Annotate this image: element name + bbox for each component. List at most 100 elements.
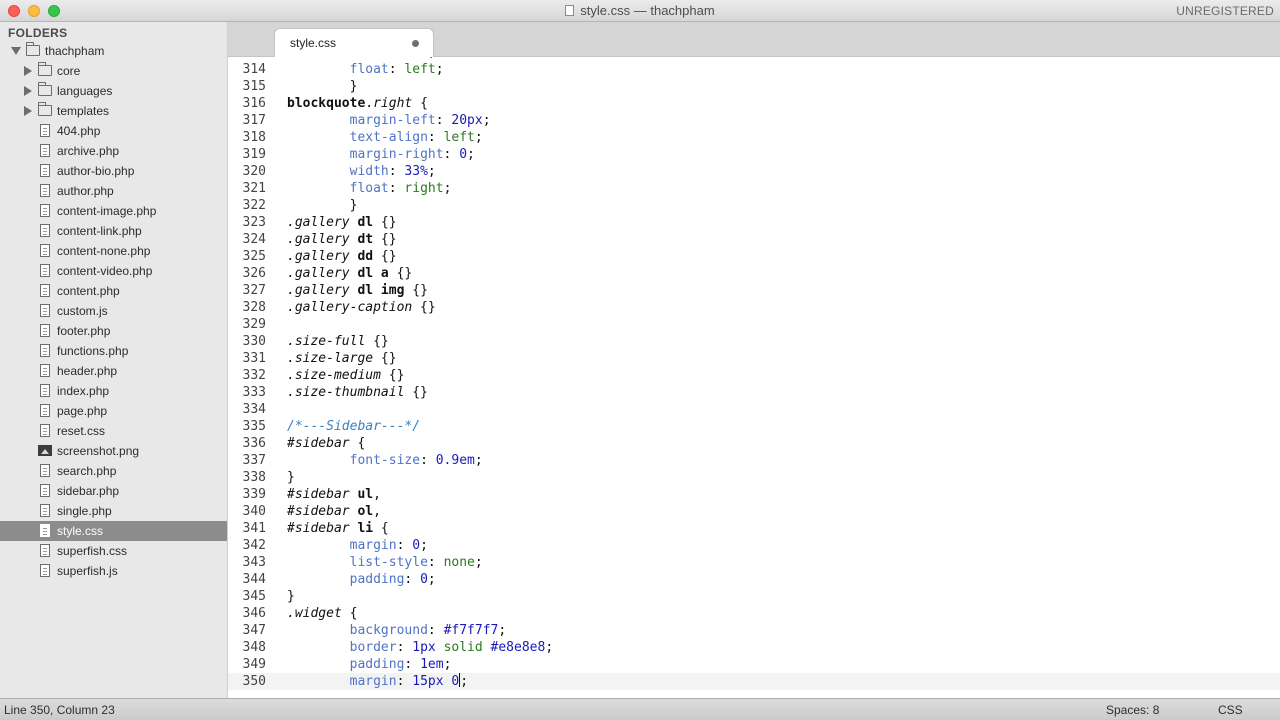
code-text: /*---Sidebar---*/ [287, 418, 420, 435]
tree-file-author-php[interactable]: author.php [0, 181, 227, 201]
tree-file-reset-css[interactable]: reset.css [0, 421, 227, 441]
file-label: content-link.php [57, 224, 142, 238]
line-number: 336 [242, 436, 266, 451]
code-token: {} [373, 249, 397, 264]
code-token: } [287, 79, 358, 94]
tree-file-content-image-php[interactable]: content-image.php [0, 201, 227, 221]
tree-file-archive-php[interactable]: archive.php [0, 141, 227, 161]
tree-folder-templates[interactable]: templates [0, 101, 227, 121]
tree-file-author-bio-php[interactable]: author-bio.php [0, 161, 227, 181]
code-text: #sidebar { [287, 435, 365, 452]
code-text: padding: 1em; [287, 656, 452, 673]
tree-file-sidebar-php[interactable]: sidebar.php [0, 481, 227, 501]
file-icon [40, 224, 50, 237]
indentation-selector[interactable]: Spaces: 8 [1106, 703, 1159, 717]
unsaved-indicator-icon[interactable] [412, 40, 419, 47]
code-token: #e8e8e8 [490, 640, 546, 655]
line-number: 317 [242, 113, 266, 128]
tree-file-search-php[interactable]: search.php [0, 461, 227, 481]
tab-style-css[interactable]: style.css [274, 28, 434, 58]
code-text: .size-thumbnail {} [287, 384, 428, 401]
code-text: } [287, 78, 358, 95]
tree-folder-core[interactable]: core [0, 61, 227, 81]
tree-file-single-php[interactable]: single.php [0, 501, 227, 521]
code-token: .gallery-caption [287, 300, 413, 315]
code-token: #sidebar [287, 487, 350, 502]
tree-file-style-css[interactable]: style.css [0, 521, 227, 541]
tree-file-content-video-php[interactable]: content-video.php [0, 261, 227, 281]
title-bar: style.css — thachpham UNREGISTERED [0, 0, 1280, 22]
code-text: font-size: 0.9em; [287, 452, 483, 469]
code-token: margin [349, 674, 397, 689]
line-number: 337 [242, 453, 266, 468]
code-token: 0 [459, 147, 468, 162]
syntax-selector[interactable]: CSS [1218, 703, 1243, 717]
folder-label: languages [57, 84, 113, 98]
code-token: ; [474, 555, 483, 570]
file-label: author-bio.php [57, 164, 135, 178]
tree-file-content-php[interactable]: content.php [0, 281, 227, 301]
tree-file-superfish-js[interactable]: superfish.js [0, 561, 227, 581]
folder-open-icon [26, 42, 40, 56]
file-icon [40, 324, 50, 337]
code-line: 324 .gallery dt {} [228, 231, 1280, 248]
code-line: 321 float: right; [228, 180, 1280, 197]
code-token: {} [388, 266, 413, 281]
code-token: 1em [420, 657, 444, 672]
code-token: right [404, 181, 444, 196]
tree-file-404-php[interactable]: 404.php [0, 121, 227, 141]
code-token: : [388, 164, 405, 179]
tree-file-content-none-php[interactable]: content-none.php [0, 241, 227, 261]
line-number: 344 [242, 572, 266, 587]
code-line: 326 .gallery dl a {} [228, 265, 1280, 282]
code-text: .size-large {} [287, 350, 397, 367]
code-token: dl [357, 215, 374, 230]
code-line: 327 .gallery dl img {} [228, 282, 1280, 299]
code-text: } [287, 588, 295, 605]
code-line: 330 .size-full {} [228, 333, 1280, 350]
code-token: font-size [349, 453, 421, 468]
tree-file-superfish-css[interactable]: superfish.css [0, 541, 227, 561]
code-line: 331 .size-large {} [228, 350, 1280, 367]
tree-file-header-php[interactable]: header.php [0, 361, 227, 381]
code-token: 15px 0 [412, 674, 460, 689]
cursor-position: Line 350, Column 23 [4, 703, 115, 717]
tree-root-thachpham[interactable]: thachpham [0, 41, 227, 61]
folder-sidebar: FOLDERS thachpham core languages templates 4… [0, 22, 228, 698]
code-token: .gallery [287, 249, 350, 264]
tree-file-content-link-php[interactable]: content-link.php [0, 221, 227, 241]
tree-file-index-php[interactable]: index.php [0, 381, 227, 401]
code-token: 0 [412, 538, 421, 553]
tree-file-screenshot-png[interactable]: screenshot.png [0, 441, 227, 461]
tree-file-custom-js[interactable]: custom.js [0, 301, 227, 321]
file-label: style.css [57, 524, 104, 538]
window-title-text: style.css — thachpham [580, 3, 715, 18]
code-line: 336 #sidebar { [228, 435, 1280, 452]
tree-file-page-php[interactable]: page.php [0, 401, 227, 421]
code-editor[interactable]: 313 width: 33%;314 float: left;315 }316b… [228, 57, 1280, 698]
line-number: 339 [242, 487, 266, 502]
code-token: : [443, 147, 460, 162]
code-token: .size-thumbnail [287, 385, 405, 400]
code-token: : [388, 62, 405, 77]
file-label: search.php [57, 464, 117, 478]
image-file-icon [38, 445, 52, 456]
tree-file-functions-php[interactable]: functions.php [0, 341, 227, 361]
code-text: list-style: none; [287, 554, 483, 571]
folder-icon [38, 62, 52, 76]
file-icon [40, 164, 50, 177]
line-number: 320 [242, 164, 266, 179]
code-token: : [427, 130, 444, 145]
code-token: width [349, 164, 389, 179]
code-token: : [404, 572, 421, 587]
code-token: ; [427, 572, 436, 587]
tree-file-footer-php[interactable]: footer.php [0, 321, 227, 341]
tree-folder-languages[interactable]: languages [0, 81, 227, 101]
code-text: #sidebar ul, [287, 486, 381, 503]
code-line: 315 } [228, 78, 1280, 95]
file-icon [40, 344, 50, 357]
